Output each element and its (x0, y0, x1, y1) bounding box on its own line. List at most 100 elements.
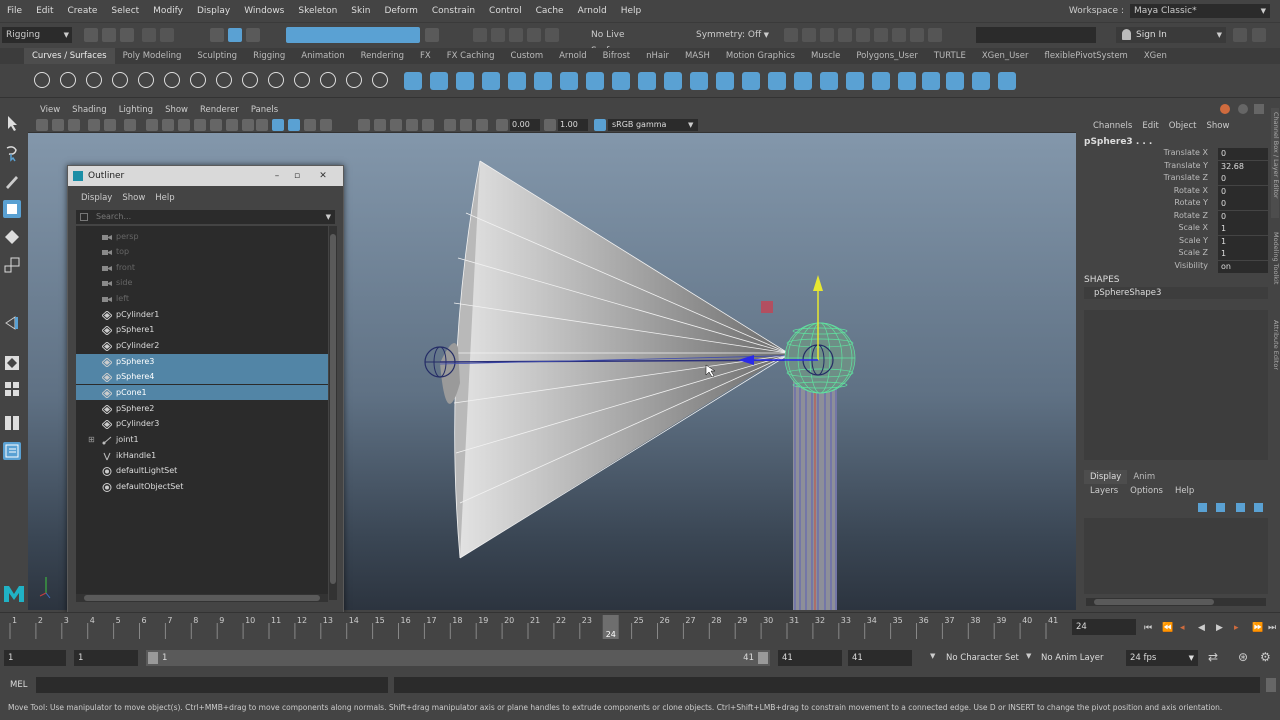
use-all-lights-icon[interactable] (320, 119, 332, 131)
detach-curve-icon[interactable] (242, 72, 258, 88)
menu-arnold[interactable]: Arnold (571, 6, 614, 16)
channel-value-field[interactable]: 1 (1218, 248, 1268, 260)
scrollbar-thumb[interactable] (330, 234, 336, 584)
2d-pan-icon[interactable] (104, 119, 116, 131)
play-backwards-icon[interactable]: ◀ (1198, 623, 1208, 633)
xray-joints-icon[interactable] (476, 119, 488, 131)
live-surface-field[interactable]: No Live Surface (587, 27, 657, 56)
offset-curve-icon[interactable] (320, 72, 336, 88)
channel-translate-y[interactable]: Translate Y 32.68 (1082, 160, 1268, 173)
playback-start-field[interactable]: 1 (74, 650, 138, 666)
command-input[interactable] (976, 27, 1096, 43)
current-frame-field[interactable]: 24 (1072, 619, 1136, 635)
chevron-down-icon[interactable]: ▼ (326, 210, 331, 224)
new-layer-selected-icon[interactable] (1254, 503, 1263, 512)
channel-box-menu-object[interactable]: Object (1164, 121, 1202, 131)
rebuild-curve-icon[interactable] (346, 72, 362, 88)
expand-icon[interactable]: ⊞ (88, 432, 95, 447)
menu-windows[interactable]: Windows (237, 6, 291, 16)
bezier-curve-icon[interactable] (190, 72, 206, 88)
step-back-icon[interactable]: ⏪ (1162, 623, 1173, 633)
outliner-vertical-scrollbar[interactable] (329, 226, 337, 600)
ep-curve-icon[interactable] (112, 72, 128, 88)
render-sequence-icon[interactable] (838, 28, 852, 42)
select-object-icon[interactable] (228, 28, 242, 42)
render-frame-icon[interactable] (820, 28, 834, 42)
paint-select-tool-icon[interactable] (3, 172, 21, 190)
channel-label[interactable]: Scale Z (1178, 248, 1208, 257)
range-slider-start-handle[interactable] (148, 652, 158, 664)
motion-blur-icon[interactable] (390, 119, 402, 131)
channel-label[interactable]: Rotate Y (1174, 198, 1208, 207)
menu-help[interactable]: Help (614, 6, 649, 16)
workspace-dropdown[interactable]: Maya Classic* ▼ (1130, 4, 1270, 18)
screen-space-ao-icon[interactable] (374, 119, 386, 131)
fps-dropdown[interactable]: 24 fps ▼ (1126, 650, 1198, 666)
field-chart-icon[interactable] (210, 119, 222, 131)
lasso-tool-icon[interactable] (3, 144, 21, 162)
camera-attributes-icon[interactable] (52, 119, 64, 131)
menu-constrain[interactable]: Constrain (425, 6, 482, 16)
outliner-item-side[interactable]: side (76, 275, 328, 290)
color-management-icon[interactable] (594, 119, 606, 131)
go-to-end-icon[interactable]: ⏭ (1268, 623, 1278, 633)
safe-action-icon[interactable] (226, 119, 238, 131)
viewport-menu-panels[interactable]: Panels (245, 105, 284, 115)
stitch-icon[interactable] (972, 72, 990, 90)
outliner-item-psphere3[interactable]: pSphere3 (76, 354, 328, 369)
lock-icon[interactable] (425, 28, 439, 42)
wireframe-icon[interactable] (256, 119, 268, 131)
symmetry-dropdown[interactable]: Symmetry: Off ▼ (692, 27, 772, 43)
grid-icon[interactable] (146, 119, 158, 131)
color-space-dropdown[interactable]: sRGB gamma (608, 119, 698, 131)
channel-label[interactable]: Visibility (1174, 261, 1208, 270)
single-perspective-layout-icon[interactable] (3, 354, 21, 372)
menu-edit[interactable]: Edit (29, 6, 60, 16)
toggle-panel-icon[interactable] (1252, 28, 1266, 42)
time-slider[interactable]: 1234567891011121314151617181920212223242… (0, 612, 1280, 641)
move-layer-down-icon[interactable] (1216, 503, 1225, 512)
grease-pencil-icon[interactable] (124, 119, 136, 131)
channel-box-menu-edit[interactable]: Edit (1137, 121, 1163, 131)
layer-menu-layers[interactable]: Layers (1084, 486, 1124, 496)
menu-file[interactable]: File (0, 6, 29, 16)
chevron-down-icon[interactable]: ▼ (688, 117, 693, 133)
channel-translate-z[interactable]: Translate Z 0 (1082, 173, 1268, 185)
outliner-item-psphere2[interactable]: pSphere2 (76, 401, 328, 416)
channel-box-object-name[interactable]: pSphere3 . . . (1084, 137, 1152, 147)
outliner-horizontal-scrollbar[interactable] (76, 594, 328, 602)
layer-menu-help[interactable]: Help (1169, 486, 1200, 496)
rebuild-surface-icon[interactable] (898, 72, 916, 90)
layer-tab-display[interactable]: Display (1084, 470, 1128, 484)
channel-value-field[interactable]: on (1218, 260, 1268, 273)
anim-layer-dropdown[interactable]: No Anim Layer (1037, 650, 1117, 666)
ipr-render-icon[interactable] (856, 28, 870, 42)
shelf-tab-mash[interactable]: MASH (677, 48, 718, 64)
project-curve-icon[interactable] (742, 72, 760, 90)
insert-knot-icon[interactable] (268, 72, 284, 88)
menu-deform[interactable]: Deform (377, 6, 424, 16)
channel-value-field[interactable]: 1 (1218, 223, 1268, 235)
animation-end-field[interactable]: 41 (848, 650, 912, 666)
planar-icon[interactable] (612, 72, 630, 90)
open-scene-icon[interactable] (102, 28, 116, 42)
select-tool-icon[interactable] (3, 114, 21, 132)
layer-menu-options[interactable]: Options (1124, 486, 1169, 496)
outliner-menu-show[interactable]: Show (117, 193, 150, 203)
render-settings-icon[interactable] (874, 28, 888, 42)
channel-label[interactable]: Translate X (1164, 148, 1208, 157)
mel-label[interactable]: MEL (10, 680, 27, 690)
hypershade-icon[interactable] (892, 28, 906, 42)
round-tool-icon[interactable] (998, 72, 1016, 90)
anti-aliasing-icon[interactable] (406, 119, 418, 131)
layer-horizontal-scrollbar[interactable] (1086, 598, 1266, 606)
channel-box-menu-show[interactable]: Show (1201, 121, 1234, 131)
shelf-tab-polygons-user[interactable]: Polygons_User (848, 48, 925, 64)
outliner-item-pcylinder3[interactable]: pCylinder3 (76, 416, 328, 431)
arnold-render-icon[interactable] (910, 28, 924, 42)
channel-visibility[interactable]: Visibility on (1082, 260, 1268, 273)
new-scene-icon[interactable] (84, 28, 98, 42)
menu-create[interactable]: Create (61, 6, 105, 16)
square-curve-icon[interactable] (60, 72, 76, 88)
viewport-menu-shading[interactable]: Shading (66, 105, 113, 115)
